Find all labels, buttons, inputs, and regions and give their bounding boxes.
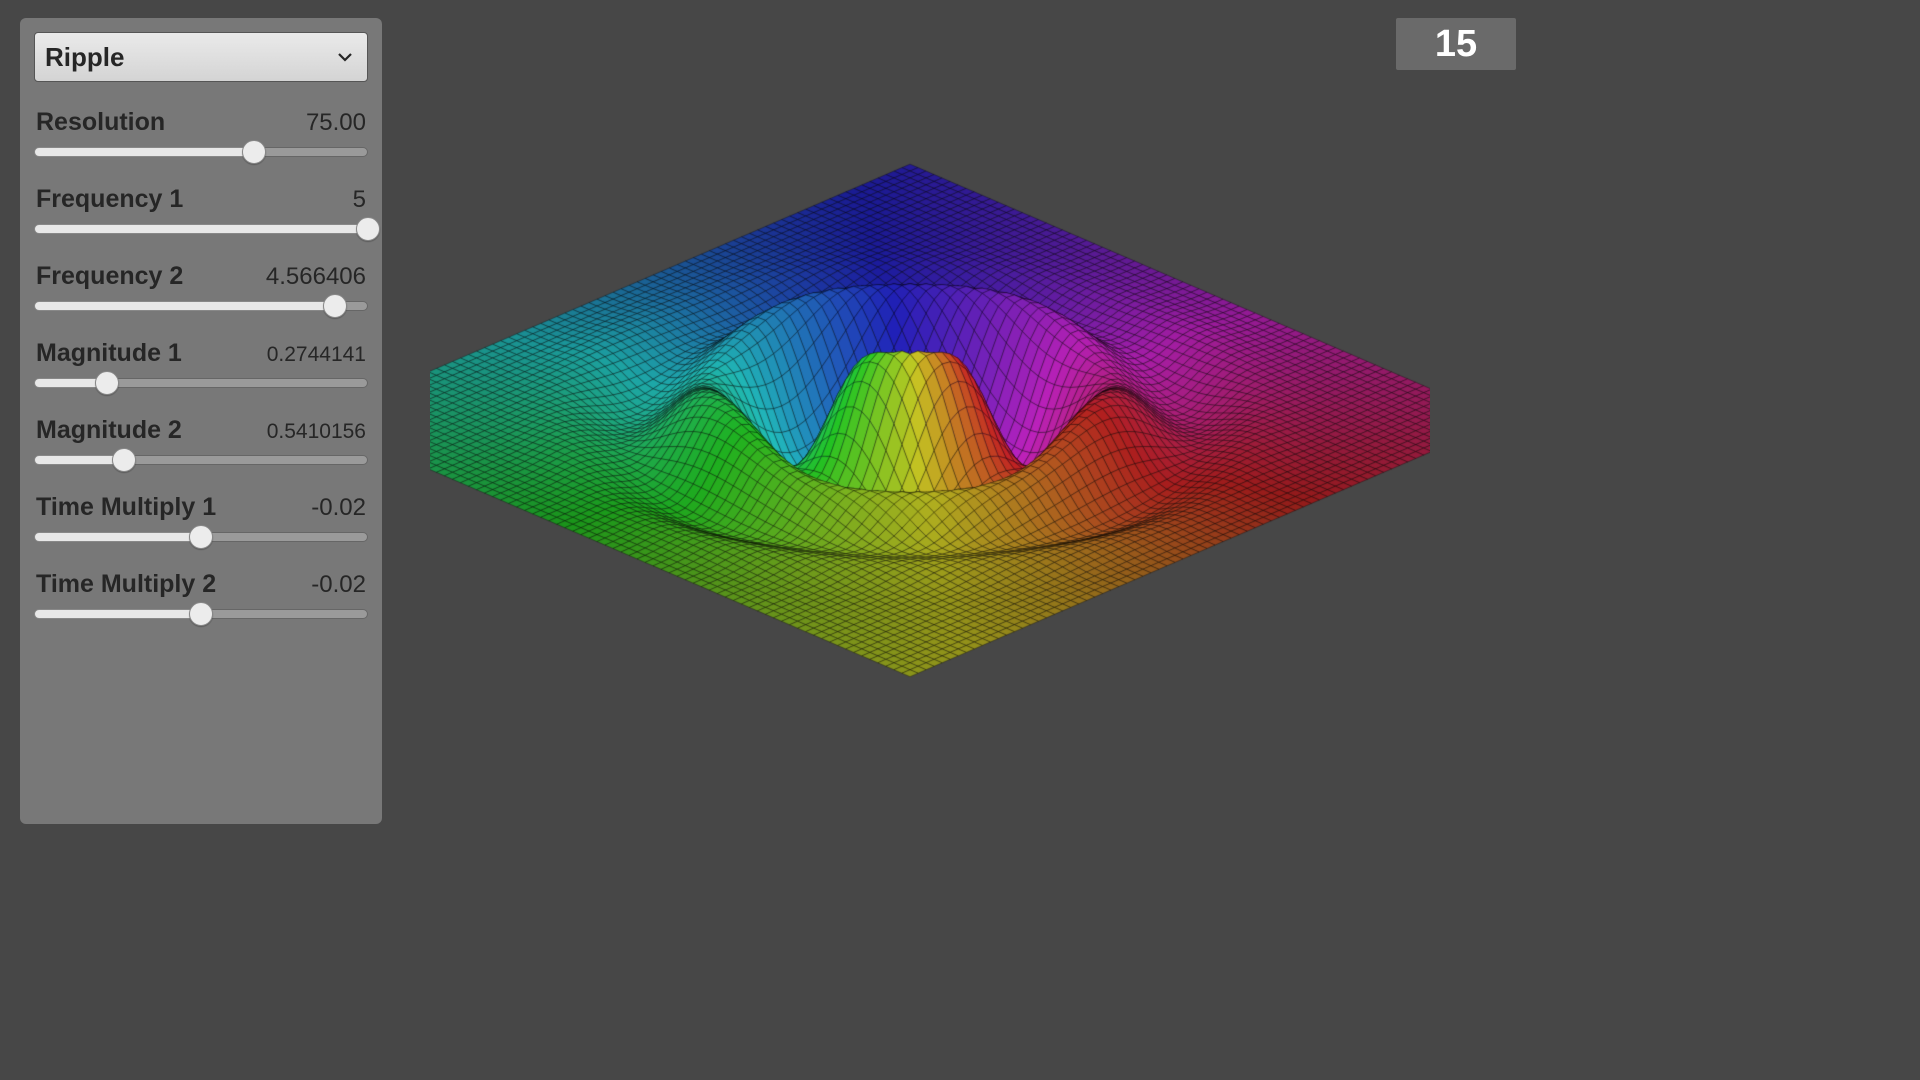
slider-fill: [34, 455, 124, 465]
slider-magnitude2: Magnitude 2 0.5410156: [34, 416, 368, 471]
slider-thumb[interactable]: [112, 448, 136, 472]
fps-value: 15: [1435, 23, 1477, 66]
slider-fill: [34, 147, 254, 157]
slider-timeMultiply1: Time Multiply 1 -0.02: [34, 493, 368, 548]
chevron-down-icon: [337, 51, 353, 63]
slider-label-timeMultiply1: Time Multiply 1: [36, 493, 216, 522]
slider-frequency2: Frequency 2 4.566406: [34, 262, 368, 317]
slider-label-timeMultiply2: Time Multiply 2: [36, 570, 216, 599]
slider-value-timeMultiply1: -0.02: [311, 494, 366, 522]
slider-fill: [34, 224, 368, 234]
slider-frequency1: Frequency 1 5: [34, 185, 368, 240]
control-panel: Ripple Resolution75.00Frequency 15Freque…: [20, 18, 382, 824]
pattern-dropdown-label: Ripple: [45, 42, 124, 73]
slider-value-resolution: 75.00: [306, 109, 366, 137]
slider-timeMultiply2: Time Multiply 2 -0.02: [34, 570, 368, 625]
slider-value-magnitude2: 0.5410156: [267, 420, 366, 444]
slider-track-magnitude2[interactable]: [34, 449, 368, 471]
fps-counter: 15: [1396, 18, 1516, 70]
slider-magnitude1: Magnitude 1 0.2744141: [34, 339, 368, 394]
slider-thumb[interactable]: [95, 371, 119, 395]
pattern-dropdown[interactable]: Ripple: [34, 32, 368, 82]
slider-thumb[interactable]: [356, 217, 380, 241]
slider-track-frequency2[interactable]: [34, 295, 368, 317]
slider-label-magnitude2: Magnitude 2: [36, 416, 182, 445]
slider-value-magnitude1: 0.2744141: [267, 343, 366, 367]
slider-track-timeMultiply2[interactable]: [34, 603, 368, 625]
slider-track-timeMultiply1[interactable]: [34, 526, 368, 548]
slider-value-frequency2: 4.566406: [266, 263, 366, 291]
slider-fill: [34, 532, 201, 542]
slider-thumb[interactable]: [189, 602, 213, 626]
ripple-surface-visualization[interactable]: [430, 160, 1430, 780]
slider-value-frequency1: 5: [353, 186, 366, 214]
slider-label-resolution: Resolution: [36, 108, 165, 137]
slider-fill: [34, 609, 201, 619]
slider-value-timeMultiply2: -0.02: [311, 571, 366, 599]
slider-thumb[interactable]: [323, 294, 347, 318]
slider-label-frequency1: Frequency 1: [36, 185, 183, 214]
slider-track-frequency1[interactable]: [34, 218, 368, 240]
slider-track-magnitude1[interactable]: [34, 372, 368, 394]
slider-label-magnitude1: Magnitude 1: [36, 339, 182, 368]
slider-resolution: Resolution 75.00: [34, 108, 368, 163]
slider-label-frequency2: Frequency 2: [36, 262, 183, 291]
slider-fill: [34, 301, 335, 311]
slider-thumb[interactable]: [189, 525, 213, 549]
slider-thumb[interactable]: [242, 140, 266, 164]
slider-track-resolution[interactable]: [34, 141, 368, 163]
